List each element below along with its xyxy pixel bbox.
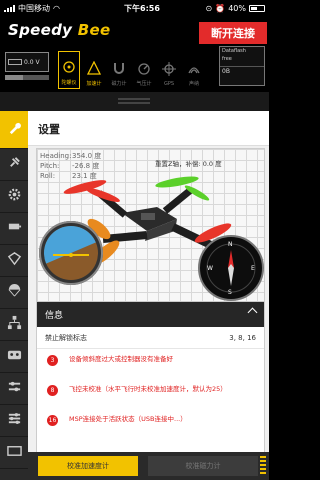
toolbar-drawer[interactable]: [0, 92, 269, 111]
warning-item: 8 飞控未校准（水平飞行时未校准加速度计，默认为25）: [37, 385, 264, 415]
battery-cell-icon: [8, 59, 22, 65]
nav-item-config[interactable]: [0, 181, 28, 213]
carrier-area: 中国移动 ◠: [4, 3, 99, 14]
sensor-label: 加速计: [86, 81, 102, 87]
calibrate-accelerometer-button[interactable]: 校准加速度计: [38, 456, 138, 476]
accelerometer-icon: [86, 60, 102, 80]
sensor-label: GPS: [163, 81, 175, 87]
arming-flags-value: 3, 8, 16: [229, 333, 256, 342]
remote-icon: [7, 347, 22, 366]
info-panel-header[interactable]: 信息: [37, 302, 264, 327]
sensor-accelerometer: 加速计: [83, 51, 105, 89]
nav-item-receiver[interactable]: [0, 277, 28, 309]
sensor-barometer: 气压计: [133, 51, 155, 89]
carrier-name: 中国移动: [18, 3, 50, 13]
sonar-icon: [187, 61, 201, 80]
page-title: 设置: [38, 123, 60, 136]
svg-text:E: E: [251, 265, 255, 272]
dataflash-value: 0B: [222, 68, 230, 75]
app-logo: Speedy Bee: [8, 21, 111, 39]
warning-number-badge: 3: [47, 355, 58, 366]
sliders2-icon: [7, 411, 22, 430]
battery-icon: [249, 4, 265, 12]
nav-item-osd[interactable]: [0, 373, 28, 405]
battery-area: ⊙ ⏰ 40%: [185, 4, 265, 13]
warning-item: 3 设备倾斜度过大或控制器没有准备好: [37, 355, 264, 385]
propeller-front-left: [63, 180, 120, 202]
battery-alert-icon: [7, 219, 22, 238]
signal-icon: [4, 4, 15, 12]
warning-item: 16 MSP连接处于活跃状态（USB连接中...）: [37, 415, 264, 445]
warning-number-badge: 8: [47, 385, 58, 396]
svg-text:S: S: [228, 289, 232, 296]
page-title-bar: 设置: [28, 111, 269, 146]
gps-icon: [162, 62, 176, 81]
status-bar: 中国移动 ◠ 下午6:56 ⊙ ⏰ 40%: [0, 0, 269, 16]
lock-rotation-icon: ⊙: [205, 3, 213, 13]
tree-icon: [7, 315, 22, 334]
nav-item-cli[interactable]: [0, 437, 28, 469]
warning-number-badge: 16: [47, 415, 58, 426]
resize-grip-icon[interactable]: [260, 456, 266, 476]
sensor-list: 陀螺仪 加速计 磁力计 气压计 GPS 声纳: [58, 51, 205, 89]
alarm-icon: ⏰: [215, 3, 226, 13]
nav-item-failsafe[interactable]: [0, 213, 28, 245]
svg-text:W: W: [207, 265, 213, 272]
battery-voltage-box: 0.0 V: [5, 52, 49, 72]
wrench-icon: [7, 120, 22, 139]
disconnect-button[interactable]: 断开连接: [199, 22, 267, 44]
battery-level-bar: [5, 75, 49, 80]
parachute-icon: [7, 283, 22, 302]
sensor-label: 声纳: [188, 81, 199, 87]
sensor-gyro: 陀螺仪: [58, 51, 80, 89]
warning-text: 飞控未校准（水平飞行时未校准加速度计，默认为25）: [69, 385, 227, 393]
drag-handle-icon[interactable]: [118, 98, 150, 104]
warning-text: MSP连接处于活跃状态（USB连接中...）: [69, 415, 187, 423]
nav-item-pid[interactable]: [0, 245, 28, 277]
nav-item-ports[interactable]: [0, 149, 28, 181]
dataflash-free-label: free: [222, 56, 232, 62]
clock: 下午6:56: [124, 3, 160, 13]
sensor-label: 陀螺仪: [61, 80, 77, 86]
sensor-gps: GPS: [158, 51, 180, 89]
barometer-icon: [137, 61, 151, 80]
arming-flags-row: 禁止解锁标志 3, 8, 16: [37, 327, 264, 349]
gyro-icon: [62, 60, 76, 79]
sensor-magnetometer: 磁力计: [108, 51, 130, 89]
sensor-sonar: 声纳: [183, 51, 205, 89]
osd-icon: [6, 443, 22, 462]
wifi-icon: ◠: [53, 3, 60, 13]
dataflash-status: Dataflash free 0B: [219, 46, 265, 86]
bottom-action-bar: 校准加速度计 校准磁力计: [28, 452, 269, 480]
dataflash-label: Dataflash: [222, 48, 246, 54]
setup-panel: 设置 Heading: 354.0 度 Pitch: -26.8 度 Roll: 23.1…: [28, 111, 269, 480]
info-panel-title: 信息: [45, 311, 64, 321]
sensor-label: 气压计: [136, 81, 152, 87]
model-view[interactable]: Heading: 354.0 度 Pitch: -26.8 度 Roll: 23.1 度 …: [36, 148, 265, 302]
calibrate-magnetometer-button[interactable]: 校准磁力计: [148, 456, 258, 476]
warning-text: 设备倾斜度过大或控制器没有准备好: [69, 355, 173, 363]
nav-item-setup[interactable]: [0, 111, 28, 149]
nav-item-modes[interactable]: [0, 309, 28, 341]
nav-item-blackbox[interactable]: [0, 405, 28, 437]
sensor-label: 磁力计: [111, 81, 127, 87]
quad-model-3d: N E S W: [39, 176, 264, 301]
heading-indicator: N E S W: [198, 235, 264, 301]
nav-item-motors[interactable]: [0, 341, 28, 373]
gear-icon: [7, 187, 22, 206]
svg-text:N: N: [228, 241, 233, 248]
warning-list: 3 设备倾斜度过大或控制器没有准备好 8 飞控未校准（水平飞行时未校准加速度计，默认为…: [37, 349, 264, 445]
collapse-chevron-icon[interactable]: [247, 307, 258, 318]
battery-percent: 40%: [228, 3, 246, 13]
sliders-icon: [7, 379, 22, 398]
app-header: Speedy Bee 断开连接: [0, 16, 269, 47]
attitude-indicator: [39, 221, 103, 285]
arming-flags-label: 禁止解锁标志: [45, 333, 87, 342]
side-nav: [0, 111, 28, 480]
app-root: 中国移动 ◠ 下午6:56 ⊙ ⏰ 40% Speedy Bee 断开连接 0.…: [0, 0, 269, 480]
magnetometer-icon: [112, 61, 126, 80]
battery-voltage: 0.0 V: [24, 58, 40, 66]
plug-icon: [7, 155, 22, 174]
pid-icon: [7, 251, 22, 270]
